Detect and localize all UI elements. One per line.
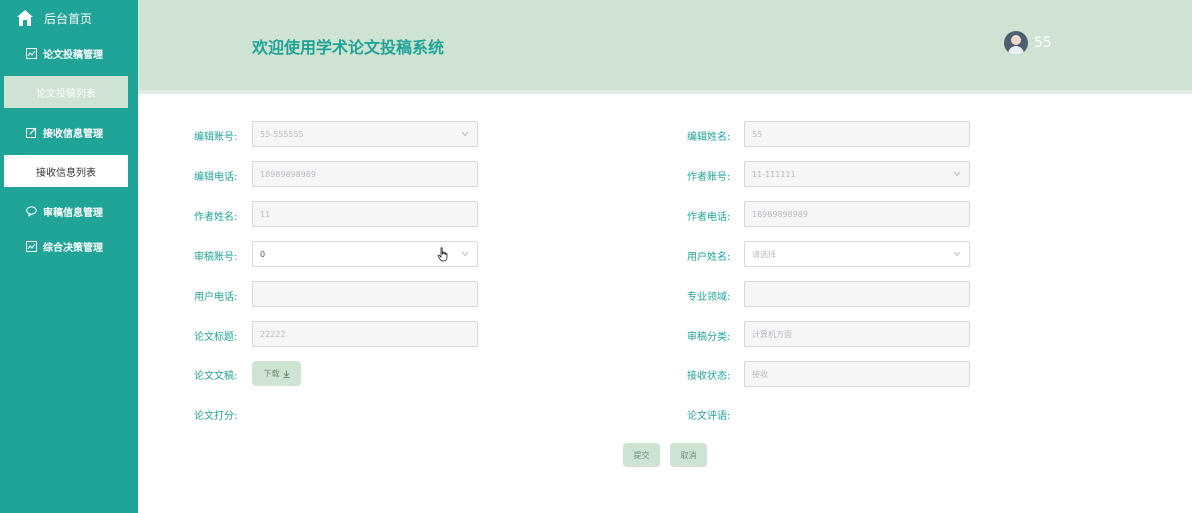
sidebar-group-decision[interactable]: 综合决策管理	[26, 238, 103, 254]
message-icon	[26, 205, 37, 217]
chart-icon	[26, 47, 37, 59]
editor-account-select[interactable]: 55-555555	[252, 121, 478, 147]
hand-pointer-icon	[437, 247, 448, 262]
author-name-value: 11	[260, 209, 271, 219]
avatar[interactable]	[1004, 31, 1028, 55]
avatar-body	[1008, 46, 1024, 55]
user-name-placeholder: 请选择	[752, 249, 776, 259]
editor-account-label: 编辑账号:	[194, 132, 238, 143]
user-name-label: 用户姓名:	[687, 252, 731, 263]
receive-status-value: 接收	[752, 369, 768, 379]
reviewer-account-value: 0	[260, 249, 266, 259]
home-icon	[17, 10, 33, 26]
author-account-value: 11-111111	[752, 169, 796, 179]
author-account-select[interactable]: 11-111111	[744, 161, 970, 187]
field-area-label: 专业领域:	[687, 292, 731, 303]
username[interactable]: 55	[1034, 35, 1052, 51]
submit-button[interactable]: 提交	[623, 443, 660, 467]
sidebar-item-label: 论文投稿列表	[36, 88, 96, 100]
review-category-label: 审稿分类:	[687, 332, 731, 343]
sidebar-group-label: 综合决策管理	[43, 242, 103, 254]
chart-icon	[26, 240, 37, 252]
top-header: 欢迎使用学术论文投稿系统 55	[138, 0, 1192, 94]
user-phone-label: 用户电话:	[194, 292, 238, 303]
sidebar-group-label: 接收信息管理	[43, 128, 103, 140]
user-phone-field[interactable]	[252, 281, 478, 307]
review-category-value: 计算机方面	[752, 329, 792, 339]
user-name-select[interactable]: 请选择	[744, 241, 970, 267]
editor-name-field[interactable]: 55	[744, 121, 970, 147]
paper-score-label: 论文打分:	[194, 411, 238, 422]
editor-phone-label: 编辑电话:	[194, 172, 238, 183]
reviewer-account-label: 审稿账号:	[194, 252, 238, 263]
receive-status-label: 接收状态:	[687, 371, 731, 382]
author-name-label: 作者姓名:	[194, 212, 238, 223]
paper-title-field[interactable]: 22222	[252, 321, 478, 347]
paper-title-value: 22222	[260, 329, 286, 339]
field-area-field[interactable]	[744, 281, 970, 307]
editor-phone-field[interactable]: 18989898989	[252, 161, 478, 187]
receive-status-field[interactable]: 接收	[744, 361, 970, 387]
paper-title-label: 论文标题:	[194, 332, 238, 343]
cancel-label: 取消	[680, 450, 697, 460]
editor-account-value: 55-555555	[260, 129, 304, 139]
sidebar-item-paper-list[interactable]: 论文投稿列表	[4, 76, 128, 108]
submit-label: 提交	[633, 450, 650, 460]
editor-phone-value: 18989898989	[260, 169, 316, 179]
avatar-face	[1011, 35, 1021, 45]
form-panel: 编辑账号: 55-555555 编辑姓名: 55 编辑电话: 189898989…	[142, 94, 1192, 513]
sidebar-group-review-info[interactable]: 审稿信息管理	[26, 203, 103, 219]
review-category-field[interactable]: 计算机方面	[744, 321, 970, 347]
sidebar-home-link[interactable]: 后台首页	[16, 8, 92, 28]
sidebar-group-label: 论文投稿管理	[43, 49, 103, 61]
download-label: 下载	[263, 369, 280, 378]
sidebar-item-label: 接收信息列表	[36, 167, 96, 179]
chevron-down-icon	[461, 251, 469, 257]
sidebar-group-paper-submission[interactable]: 论文投稿管理	[26, 45, 103, 61]
author-name-field[interactable]: 11	[252, 201, 478, 227]
sidebar-home-label: 后台首页	[44, 11, 93, 26]
author-phone-field[interactable]: 18989898989	[744, 201, 970, 227]
editor-name-label: 编辑姓名:	[687, 132, 731, 143]
chevron-down-icon	[953, 171, 961, 177]
cancel-button[interactable]: 取消	[670, 443, 707, 467]
sidebar-item-receive-list[interactable]: 接收信息列表	[4, 155, 128, 187]
paper-comment-label: 论文评语:	[687, 411, 731, 422]
paper-doc-label: 论文文稿:	[194, 371, 238, 382]
chevron-down-icon	[953, 251, 961, 257]
sidebar-group-receive-info[interactable]: 接收信息管理	[26, 124, 103, 140]
author-account-label: 作者账号:	[687, 172, 731, 183]
page-title: 欢迎使用学术论文投稿系统	[252, 38, 445, 57]
author-phone-value: 18989898989	[752, 209, 808, 219]
chevron-down-icon	[461, 131, 469, 137]
sidebar-group-label: 审稿信息管理	[43, 207, 103, 219]
download-button[interactable]: 下载	[252, 361, 301, 386]
edit-icon	[26, 127, 37, 138]
editor-name-value: 55	[752, 129, 763, 139]
download-icon	[283, 370, 289, 378]
sidebar: 后台首页 论文投稿管理 论文投稿列表 接收信息管理 接收信息列表 审稿信息管理	[0, 0, 138, 513]
author-phone-label: 作者电话:	[687, 212, 731, 223]
